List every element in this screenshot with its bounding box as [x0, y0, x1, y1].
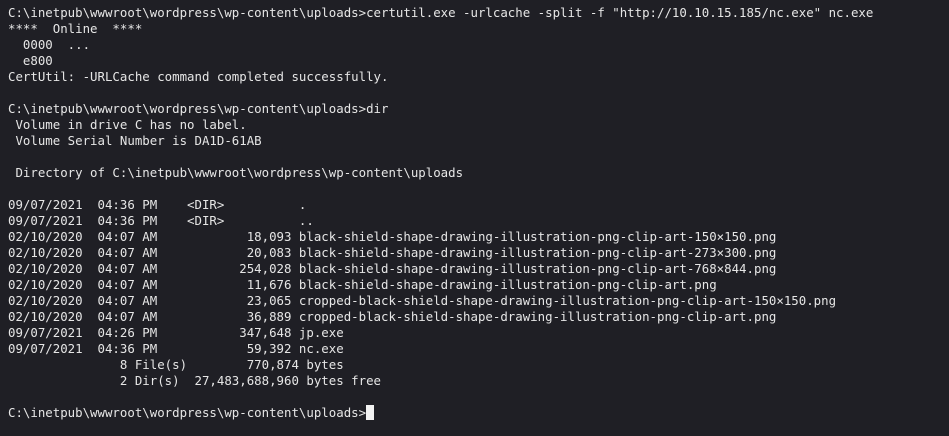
directory-header: Directory of C:\inetpub\wwwroot\wordpres… — [8, 165, 464, 180]
cursor-block — [366, 405, 375, 420]
dir-listing-row: 02/10/2020 04:07 AM 11,676 black-shield-… — [8, 277, 717, 292]
dir-listing-row: 02/10/2020 04:07 AM 36,889 cropped-black… — [8, 309, 777, 324]
output-line: **** Online **** — [8, 21, 143, 36]
dir-listing-row: 09/07/2021 04:36 PM 59,392 nc.exe — [8, 341, 344, 356]
dir-listing-row: 02/10/2020 04:07 AM 18,093 black-shield-… — [8, 229, 777, 244]
prompt-line[interactable]: C:\inetpub\wwwroot\wordpress\wp-content\… — [8, 405, 949, 421]
dir-summary-files: 8 File(s) 770,874 bytes — [8, 357, 344, 372]
dir-listing-row: 02/10/2020 04:07 AM 254,028 black-shield… — [8, 261, 777, 276]
output-line: Volume Serial Number is DA1D-61AB — [8, 133, 262, 148]
terminal-window[interactable]: C:\inetpub\wwwroot\wordpress\wp-content\… — [0, 0, 949, 436]
dir-listing-row: 09/07/2021 04:36 PM <DIR> .. — [8, 213, 314, 228]
dir-listing-row: 02/10/2020 04:07 AM 20,083 black-shield-… — [8, 245, 777, 260]
prompt-text: C:\inetpub\wwwroot\wordpress\wp-content\… — [8, 405, 367, 420]
output-line: Volume in drive C has no label. — [8, 117, 247, 132]
command-line-certutil: C:\inetpub\wwwroot\wordpress\wp-content\… — [8, 5, 874, 20]
dir-listing-row: 09/07/2021 04:26 PM 347,648 jp.exe — [8, 325, 344, 340]
command-line-dir: C:\inetpub\wwwroot\wordpress\wp-content\… — [8, 101, 389, 116]
dir-listing-row: 02/10/2020 04:07 AM 23,065 cropped-black… — [8, 293, 837, 308]
output-line: CertUtil: -URLCache command completed su… — [8, 69, 389, 84]
dir-listing-row: 09/07/2021 04:36 PM <DIR> . — [8, 197, 307, 212]
output-line: 0000 ... — [8, 37, 91, 52]
output-line: e800 — [8, 53, 53, 68]
dir-summary-dirs: 2 Dir(s) 27,483,688,960 bytes free — [8, 373, 381, 388]
